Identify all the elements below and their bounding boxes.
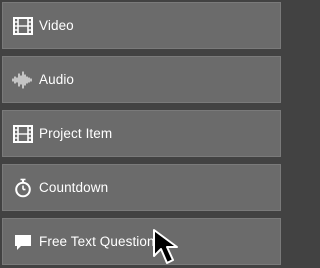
menu-item-countdown[interactable]: Countdown xyxy=(2,164,281,211)
menu-item-label: Free Text Question xyxy=(39,234,155,249)
menu-item-label: Audio xyxy=(39,72,75,87)
audio-waveform-icon xyxy=(12,69,34,91)
menu-item-project-item[interactable]: Project Item xyxy=(2,110,281,157)
film-strip-icon xyxy=(12,123,34,145)
menu-item-audio[interactable]: Audio xyxy=(2,56,281,103)
film-strip-icon xyxy=(12,15,34,37)
menu-item-label: Countdown xyxy=(39,180,109,195)
speech-bubble-icon xyxy=(12,231,34,253)
menu-item-label: Project Item xyxy=(39,126,113,141)
stopwatch-icon xyxy=(12,177,34,199)
menu-item-video[interactable]: Video xyxy=(2,2,281,49)
menu-item-label: Video xyxy=(39,18,74,33)
menu-item-free-text-question[interactable]: Free Text Question xyxy=(2,218,281,265)
insert-item-menu: Video Audio Project Item Countdown Free … xyxy=(0,0,286,268)
